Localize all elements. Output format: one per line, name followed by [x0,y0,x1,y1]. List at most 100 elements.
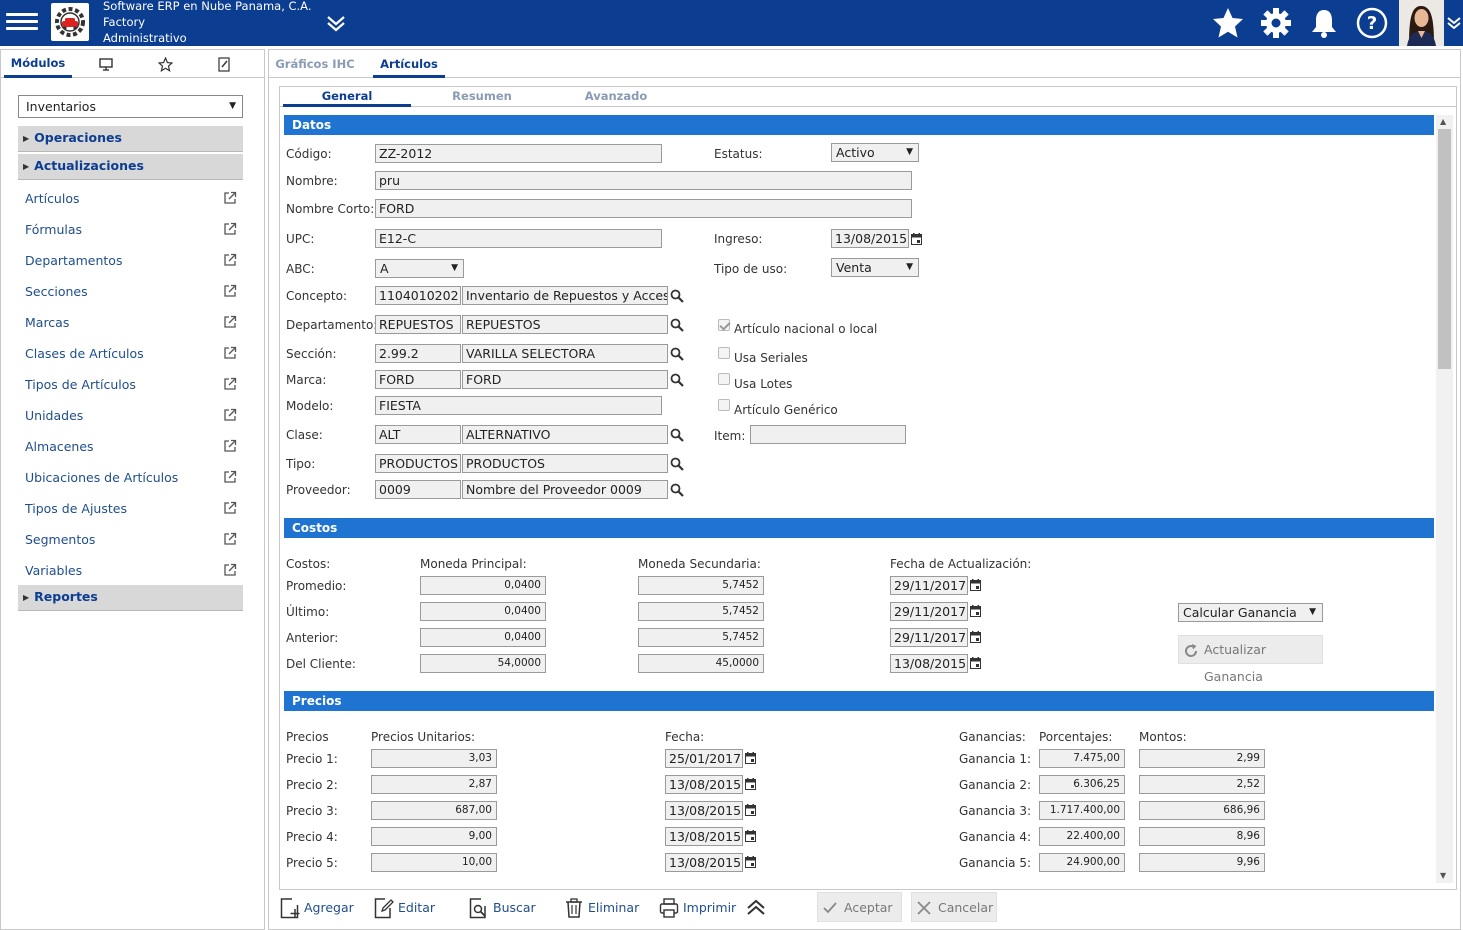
porcentaje-field[interactable]: 22.400,00 [1039,827,1125,846]
sidebar-item-marcas[interactable]: Marcas [18,307,243,338]
sidebar-item-formulas[interactable]: Fórmulas [18,214,243,245]
item-field[interactable] [750,425,906,444]
help-icon[interactable]: ? [1355,6,1389,40]
marca-desc-field[interactable]: FORD [462,370,668,389]
nombre-field[interactable]: pru [375,171,912,190]
scroll-up-icon[interactable]: ▲ [1440,117,1446,126]
calendar-icon[interactable] [970,631,981,643]
precio-fecha-field[interactable]: 25/01/2017 [665,749,743,768]
search-icon[interactable] [670,457,684,471]
scroll-down-icon[interactable]: ▼ [1440,871,1446,880]
external-link-icon[interactable] [223,315,237,329]
precio-unitario-field[interactable]: 3,03 [371,749,497,768]
tipo-desc-field[interactable]: PRODUCTOS [462,454,668,473]
codigo-field[interactable]: ZZ-2012 [375,144,662,163]
external-link-icon[interactable] [223,439,237,453]
monto-field[interactable]: 686,96 [1139,801,1265,820]
section-reportes[interactable]: ▶ Reportes [18,585,243,611]
costo-secundaria-field[interactable]: 45,0000 [638,654,764,673]
precio-fecha-field[interactable]: 13/08/2015 [665,827,743,846]
costo-principal-field[interactable]: 0,0400 [420,576,546,595]
star-icon[interactable] [1211,6,1245,40]
costo-secundaria-field[interactable]: 5,7452 [638,576,764,595]
monitor-icon[interactable] [91,50,121,78]
costo-principal-field[interactable]: 54,0000 [420,654,546,673]
search-icon[interactable] [670,289,684,303]
chevron-up-icon[interactable] [745,897,767,919]
sidebar-item-tipos-ajustes[interactable]: Tipos de Ajustes [18,493,243,524]
monto-field[interactable]: 2,99 [1139,749,1265,768]
calendar-icon[interactable] [970,579,981,591]
calendar-icon[interactable] [745,830,756,842]
cancelar-button[interactable]: Cancelar [911,892,997,922]
nombre-corto-field[interactable]: FORD [375,199,912,218]
abc-select[interactable]: A ▼ [375,259,464,278]
external-link-icon[interactable] [223,284,237,298]
bell-icon[interactable] [1307,6,1341,40]
tab-articulos[interactable]: Artículos [373,50,445,78]
generico-checkbox[interactable] [718,399,730,411]
tab-graficos-ihc[interactable]: Gráficos IHC [273,50,357,78]
search-icon[interactable] [670,373,684,387]
external-link-icon[interactable] [223,377,237,391]
precio-unitario-field[interactable]: 2,87 [371,775,497,794]
departamento-code-field[interactable]: REPUESTOS [375,315,461,334]
sidebar-item-tipos-articulos[interactable]: Tipos de Artículos [18,369,243,400]
section-actualizaciones[interactable]: ▶ Actualizaciones [18,154,243,180]
tab-general[interactable]: General [283,87,411,107]
modelo-field[interactable]: FIESTA [375,396,662,415]
sidebar-item-ubicaciones[interactable]: Ubicaciones de Artículos [18,462,243,493]
star-icon[interactable] [150,50,180,78]
search-icon[interactable] [670,428,684,442]
porcentaje-field[interactable]: 6.306,25 [1039,775,1125,794]
marca-code-field[interactable]: FORD [375,370,461,389]
calendar-icon[interactable] [745,804,756,816]
concepto-desc-field[interactable]: Inventario de Repuestos y Accesorios [462,286,668,305]
external-link-icon[interactable] [223,563,237,577]
edit-document-icon[interactable] [209,50,239,78]
aceptar-button[interactable]: Aceptar [817,892,902,922]
tipo-code-field[interactable]: PRODUCTOS [375,454,461,473]
calcular-ganancia-select[interactable]: Calcular Ganancia ▼ [1178,603,1323,622]
chevron-down-icon[interactable] [1446,14,1462,32]
clase-code-field[interactable]: ALT [375,425,461,444]
seriales-checkbox[interactable] [718,347,730,359]
costo-secundaria-field[interactable]: 5,7452 [638,602,764,621]
search-icon[interactable] [670,483,684,497]
tab-resumen[interactable]: Resumen [418,87,546,107]
departamento-desc-field[interactable]: REPUESTOS [462,315,668,334]
upc-field[interactable]: E12-C [375,229,662,248]
sidebar-item-variables[interactable]: Variables [18,555,243,586]
ingreso-date-field[interactable]: 13/08/2015 [831,229,909,248]
concepto-code-field[interactable]: 1104010202 [375,286,461,305]
seccion-desc-field[interactable]: VARILLA SELECTORA [462,344,668,363]
costo-fecha-field[interactable]: 13/08/2015 [890,654,968,673]
tipo-uso-select[interactable]: Venta ▼ [831,258,919,277]
precio-unitario-field[interactable]: 9,00 [371,827,497,846]
calendar-icon[interactable] [745,752,756,764]
sidebar-item-clases[interactable]: Clases de Artículos [18,338,243,369]
gear-icon[interactable] [1259,6,1293,40]
estatus-select[interactable]: Activo ▼ [831,143,919,162]
porcentaje-field[interactable]: 24.900,00 [1039,853,1125,872]
sidebar-item-segmentos[interactable]: Segmentos [18,524,243,555]
actualizar-ganancia-button[interactable]: Actualizar Ganancia [1178,635,1323,684]
external-link-icon[interactable] [223,501,237,515]
sidebar-item-departamentos[interactable]: Departamentos [18,245,243,276]
external-link-icon[interactable] [223,191,237,205]
external-link-icon[interactable] [223,532,237,546]
seccion-code-field[interactable]: 2.99.2 [375,344,461,363]
search-icon[interactable] [670,318,684,332]
calendar-icon[interactable] [970,657,981,669]
calendar-icon[interactable] [970,605,981,617]
precio-unitario-field[interactable]: 10,00 [371,853,497,872]
costo-fecha-field[interactable]: 29/11/2017 [890,602,968,621]
sidebar-item-articulos[interactable]: Artículos [18,183,243,214]
monto-field[interactable]: 8,96 [1139,827,1265,846]
precio-fecha-field[interactable]: 13/08/2015 [665,801,743,820]
scrollbar[interactable]: ▲ ▼ [1436,115,1453,883]
menu-icon[interactable] [6,9,38,35]
sidebar-item-unidades[interactable]: Unidades [18,400,243,431]
chevron-down-icon[interactable] [325,12,347,34]
calendar-icon[interactable] [745,778,756,790]
